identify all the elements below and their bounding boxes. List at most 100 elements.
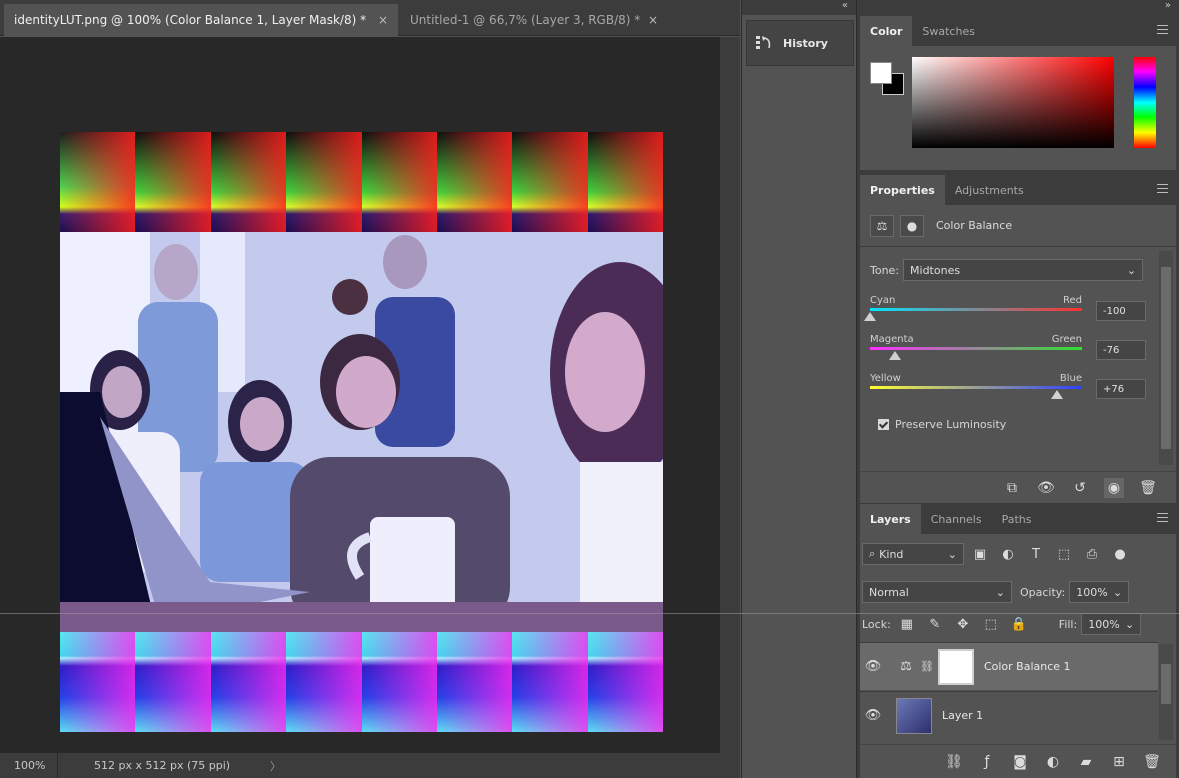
pasteboard[interactable] <box>0 37 720 753</box>
foreground-color-swatch[interactable] <box>870 62 892 84</box>
new-layer-icon[interactable]: ⊞ <box>1109 752 1129 772</box>
history-panel-button[interactable]: History <box>746 20 854 66</box>
smart-object-filter-icon[interactable]: ⎙ <box>1080 547 1104 562</box>
chevron-right-icon[interactable]: 〉 <box>270 758 281 774</box>
collapse-right-icon[interactable]: » <box>857 0 1179 15</box>
layer-style-fx-icon[interactable]: ƒ <box>977 752 997 772</box>
fill-field[interactable]: 100% ⌄ <box>1081 613 1142 635</box>
panel-menu-icon[interactable] <box>1157 184 1168 193</box>
tab-layers[interactable]: Layers <box>860 504 921 534</box>
hue-slider[interactable] <box>1134 57 1156 148</box>
preserve-luminosity-row[interactable]: Preserve Luminosity <box>878 418 1006 431</box>
layer-mask-icon[interactable]: ● <box>900 214 924 237</box>
slider-thumb[interactable] <box>889 351 902 360</box>
layer-row-color-balance[interactable]: 👁 ⚖ ⛓ Color Balance 1 <box>860 642 1158 690</box>
layer-thumbnail[interactable] <box>896 697 932 734</box>
chevron-down-icon: ⌄ <box>1113 585 1123 599</box>
layers-footer: ⛓ ƒ ◙ ◐ ▰ ⊞ 🗑 <box>860 744 1176 778</box>
cyan-red-value-field[interactable]: -100 <box>1096 301 1146 321</box>
preserve-luminosity-checkbox[interactable] <box>878 419 889 430</box>
adjustment-layer-icon[interactable]: ◐ <box>1043 752 1063 772</box>
tab-adjustments[interactable]: Adjustments <box>945 175 1034 205</box>
close-icon[interactable]: × <box>378 13 388 27</box>
tone-select[interactable]: Midtones ⌄ <box>903 259 1144 281</box>
tone-label: Tone: <box>870 263 900 277</box>
collapse-left-icon[interactable]: « <box>742 0 856 15</box>
layers-scrollbar[interactable] <box>1159 644 1173 740</box>
magenta-green-slider[interactable] <box>870 347 1082 360</box>
lock-all-icon[interactable]: 🔒 <box>1007 617 1031 632</box>
lut-strip-bottom <box>60 632 663 732</box>
right-panel-dock: » Color Swatches Properties Adjustments … <box>857 0 1179 778</box>
opacity-field[interactable]: 100% ⌄ <box>1069 581 1130 603</box>
kind-label: Kind <box>879 547 904 561</box>
properties-panel-tabs: Properties Adjustments <box>860 175 1176 205</box>
link-layers-icon[interactable]: ⛓ <box>944 752 964 772</box>
trash-icon[interactable]: 🗑 <box>1142 752 1162 772</box>
kind-filter-select[interactable]: ⌕ Kind ⌄ <box>862 543 964 565</box>
guide-line <box>0 613 1179 614</box>
shape-filter-icon[interactable]: ⬚ <box>1052 547 1076 562</box>
lock-transparent-icon[interactable]: ▦ <box>895 617 919 632</box>
slider-thumb[interactable] <box>1050 390 1063 399</box>
layers-panel-tabs: Layers Channels Paths <box>860 504 1176 534</box>
document-tab-untitled[interactable]: Untitled-1 @ 66,7% (Layer 3, RGB/8) * × <box>400 4 668 36</box>
lock-brush-icon[interactable]: ✎ <box>923 617 947 632</box>
trash-icon[interactable]: 🗑 <box>1138 478 1158 498</box>
properties-scrollbar[interactable] <box>1159 251 1173 465</box>
document-vertical-scrollbar[interactable] <box>720 37 740 778</box>
visibility-eye-icon[interactable]: ◉ <box>1104 477 1124 498</box>
panel-menu-icon[interactable] <box>1157 513 1168 522</box>
tab-color[interactable]: Color <box>860 16 913 46</box>
link-icon[interactable]: ⛓ <box>920 660 934 673</box>
color-picker-field[interactable] <box>912 57 1114 148</box>
properties-footer: ⧉ 👁 ↺ ◉ 🗑 <box>860 471 1176 503</box>
photo-image <box>60 232 663 632</box>
layer-name[interactable]: Layer 1 <box>942 709 983 722</box>
document-tab-identitylut[interactable]: identityLUT.png @ 100% (Color Balance 1,… <box>4 4 398 36</box>
yellow-blue-value-field[interactable]: +76 <box>1096 379 1146 399</box>
yellow-blue-slider[interactable] <box>870 386 1082 399</box>
filter-toggle-icon[interactable]: ● <box>1108 547 1132 562</box>
tab-channels[interactable]: Channels <box>921 504 992 534</box>
layer-mask-thumbnail[interactable] <box>937 648 974 685</box>
layer-row-layer-1[interactable]: 👁 Layer 1 <box>860 691 1158 739</box>
lut-strip-top <box>60 132 663 232</box>
status-bar: 100% 512 px x 512 px (75 ppi) 〉 <box>0 753 720 778</box>
pixel-filter-icon[interactable]: ▣ <box>968 547 992 562</box>
close-icon[interactable]: × <box>648 13 658 27</box>
preserve-luminosity-label: Preserve Luminosity <box>895 418 1007 431</box>
eye-icon[interactable]: 👁 <box>860 708 886 723</box>
tab-swatches[interactable]: Swatches <box>912 16 985 46</box>
zoom-level[interactable]: 100% <box>0 753 58 778</box>
magenta-green-value-field[interactable]: -76 <box>1096 340 1146 360</box>
clip-to-layer-icon[interactable]: ⧉ <box>1002 478 1022 498</box>
balance-scale-icon[interactable]: ⚖ <box>870 214 894 237</box>
cyan-red-slider[interactable] <box>864 308 1082 321</box>
layer-name[interactable]: Color Balance 1 <box>984 660 1071 673</box>
lock-move-icon[interactable]: ✥ <box>951 617 975 632</box>
document-canvas[interactable] <box>60 132 663 732</box>
slider-thumb[interactable] <box>864 312 876 321</box>
lock-row: Lock: ▦ ✎ ✥ ⬚ 🔒 Fill: 100% ⌄ <box>862 612 1174 636</box>
tone-value: Midtones <box>910 263 961 277</box>
lock-artboard-icon[interactable]: ⬚ <box>979 617 1003 632</box>
panel-menu-icon[interactable] <box>1157 25 1168 34</box>
add-mask-icon[interactable]: ◙ <box>1010 752 1030 772</box>
type-filter-icon[interactable]: T <box>1024 547 1048 562</box>
tab-properties[interactable]: Properties <box>860 175 945 205</box>
tab-paths[interactable]: Paths <box>992 504 1042 534</box>
chevron-down-icon: ⌄ <box>1124 617 1135 631</box>
adjustment-title: Color Balance <box>936 219 1013 232</box>
blend-mode-select[interactable]: Normal ⌄ <box>862 581 1012 603</box>
photoshop-window: identityLUT.png @ 100% (Color Balance 1,… <box>0 0 1179 778</box>
reset-icon[interactable]: ↺ <box>1070 478 1090 498</box>
eye-icon[interactable]: 👁 <box>860 659 886 674</box>
opacity-value: 100% <box>1076 585 1108 599</box>
new-group-icon[interactable]: ▰ <box>1076 752 1096 772</box>
chevron-down-icon: ⌄ <box>947 547 957 561</box>
search-icon: ⌕ <box>869 547 876 560</box>
view-previous-state-icon[interactable]: 👁 <box>1036 478 1056 498</box>
adjustment-filter-icon[interactable]: ◐ <box>996 547 1020 562</box>
slider-right-label: Blue <box>1059 373 1082 384</box>
